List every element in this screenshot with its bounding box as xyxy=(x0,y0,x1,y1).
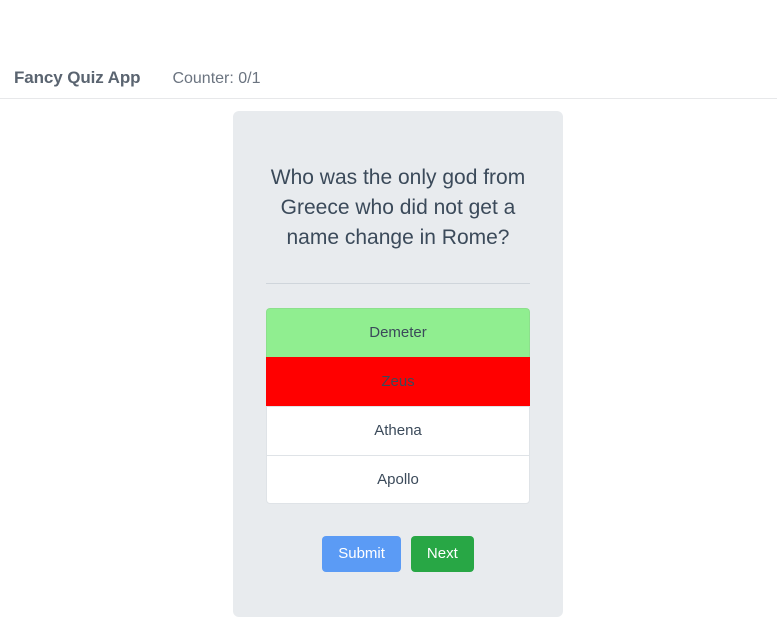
action-buttons: Submit Next xyxy=(233,536,563,572)
answer-options-list: Demeter Zeus Athena Apollo xyxy=(266,308,530,504)
answer-option-3[interactable]: Athena xyxy=(266,406,530,455)
app-title: Fancy Quiz App xyxy=(14,68,141,87)
question-text: Who was the only god from Greece who did… xyxy=(270,166,526,249)
header-content: Fancy Quiz App Counter: 0/1 xyxy=(14,68,261,88)
answer-option-4[interactable]: Apollo xyxy=(266,455,530,504)
card-divider xyxy=(266,283,530,284)
answer-option-2[interactable]: Zeus xyxy=(266,357,530,406)
quiz-stage: Who was the only god from Greece who did… xyxy=(0,99,777,637)
question-counter: Counter: 0/1 xyxy=(172,70,261,87)
answer-option-1[interactable]: Demeter xyxy=(266,308,530,357)
app-header: Fancy Quiz App Counter: 0/1 xyxy=(0,0,777,99)
submit-button[interactable]: Submit xyxy=(322,536,401,572)
quiz-card: Who was the only god from Greece who did… xyxy=(233,111,563,617)
next-button[interactable]: Next xyxy=(410,536,474,572)
